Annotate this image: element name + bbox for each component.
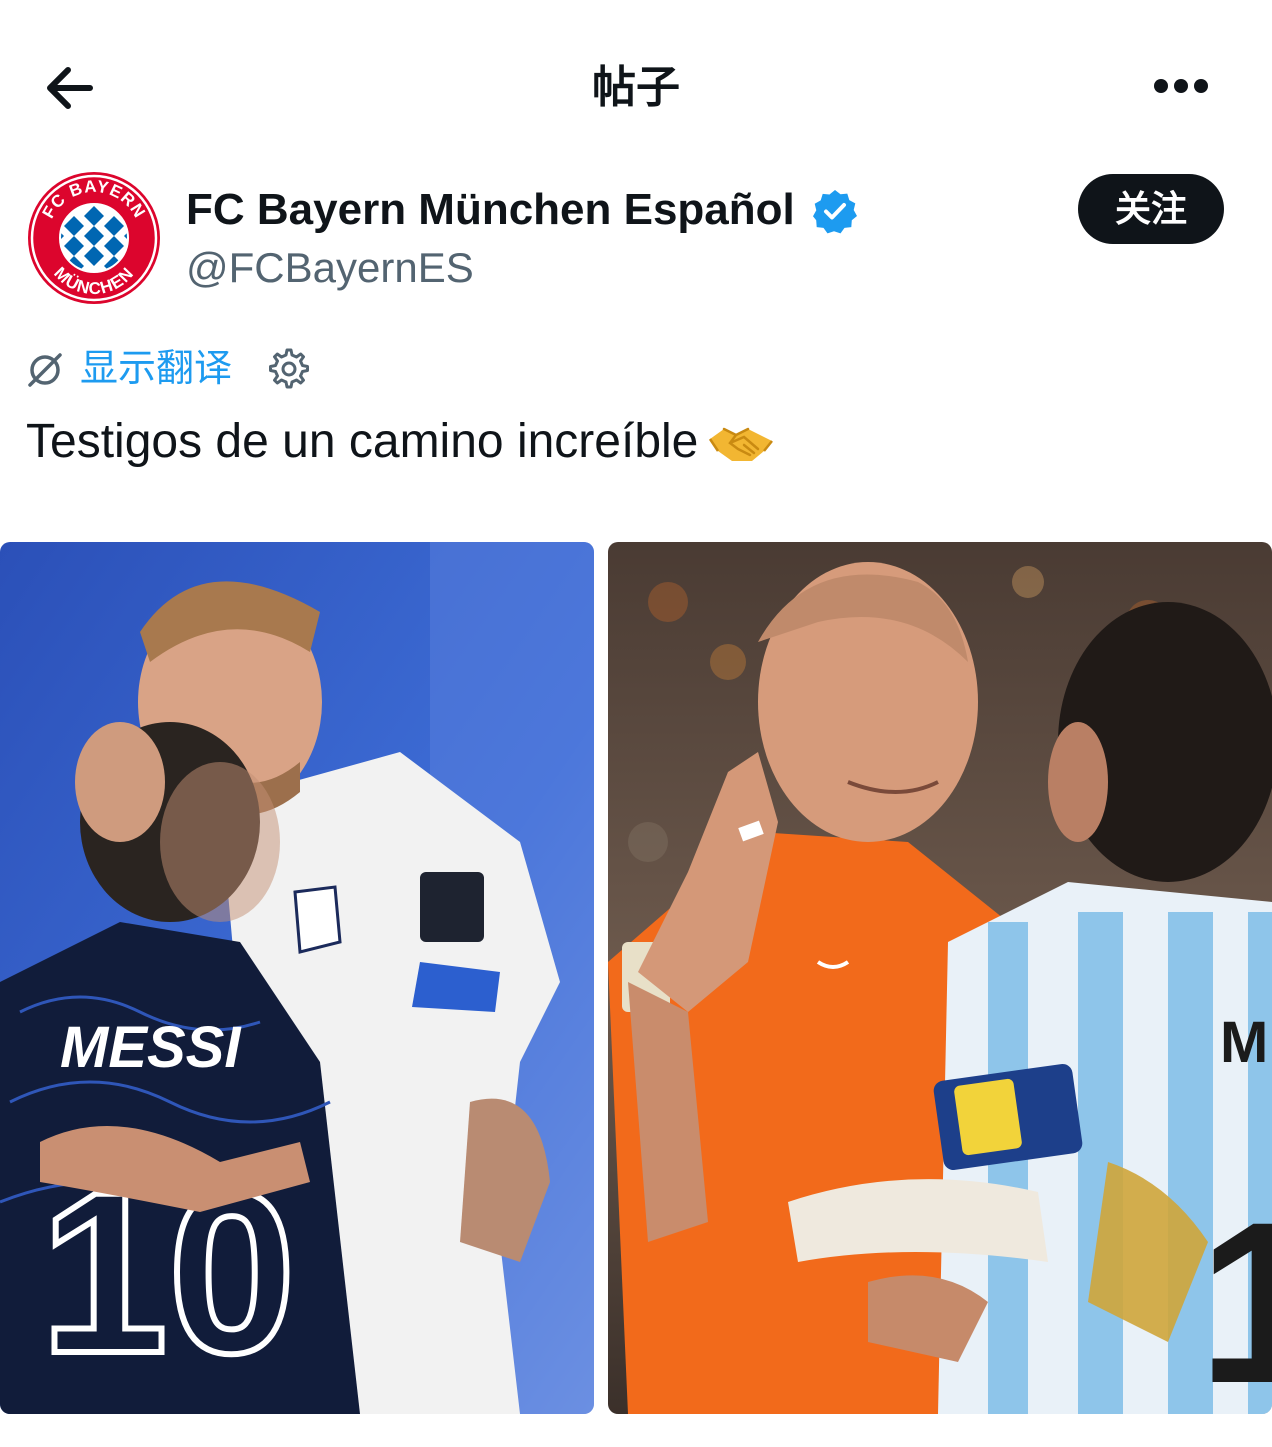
post-image-1[interactable]: MESSI 10 — [0, 542, 594, 1414]
follow-button[interactable]: 关注 — [1078, 174, 1224, 244]
post-image-2[interactable]: ME 1 — [608, 542, 1272, 1414]
jersey-number-me: 1 — [1198, 1174, 1272, 1414]
handshake-emoji-icon — [708, 418, 774, 462]
post-body: Testigos de un camino increíble — [26, 410, 774, 474]
page-title: 帖子 — [592, 63, 680, 112]
more-button[interactable] — [1146, 66, 1216, 106]
jersey-name-messi: MESSI — [60, 1015, 242, 1080]
account-handle[interactable]: @FCBayernES — [186, 240, 474, 296]
bayern-logo-icon: FC BAYERN MÜNCHEN — [28, 172, 160, 304]
back-button[interactable] — [40, 58, 100, 118]
arrow-left-icon — [47, 67, 93, 109]
verified-badge-icon — [812, 188, 858, 234]
gear-icon[interactable] — [264, 346, 310, 392]
post-text: Testigos de un camino increíble — [26, 415, 699, 468]
show-translation-link[interactable]: 显示翻译 — [80, 344, 232, 394]
translate-off-icon — [24, 348, 66, 390]
display-name[interactable]: FC Bayern München Español — [186, 182, 795, 238]
avatar[interactable]: FC BAYERN MÜNCHEN — [26, 170, 162, 306]
jersey-name-me: ME — [1220, 1010, 1272, 1075]
